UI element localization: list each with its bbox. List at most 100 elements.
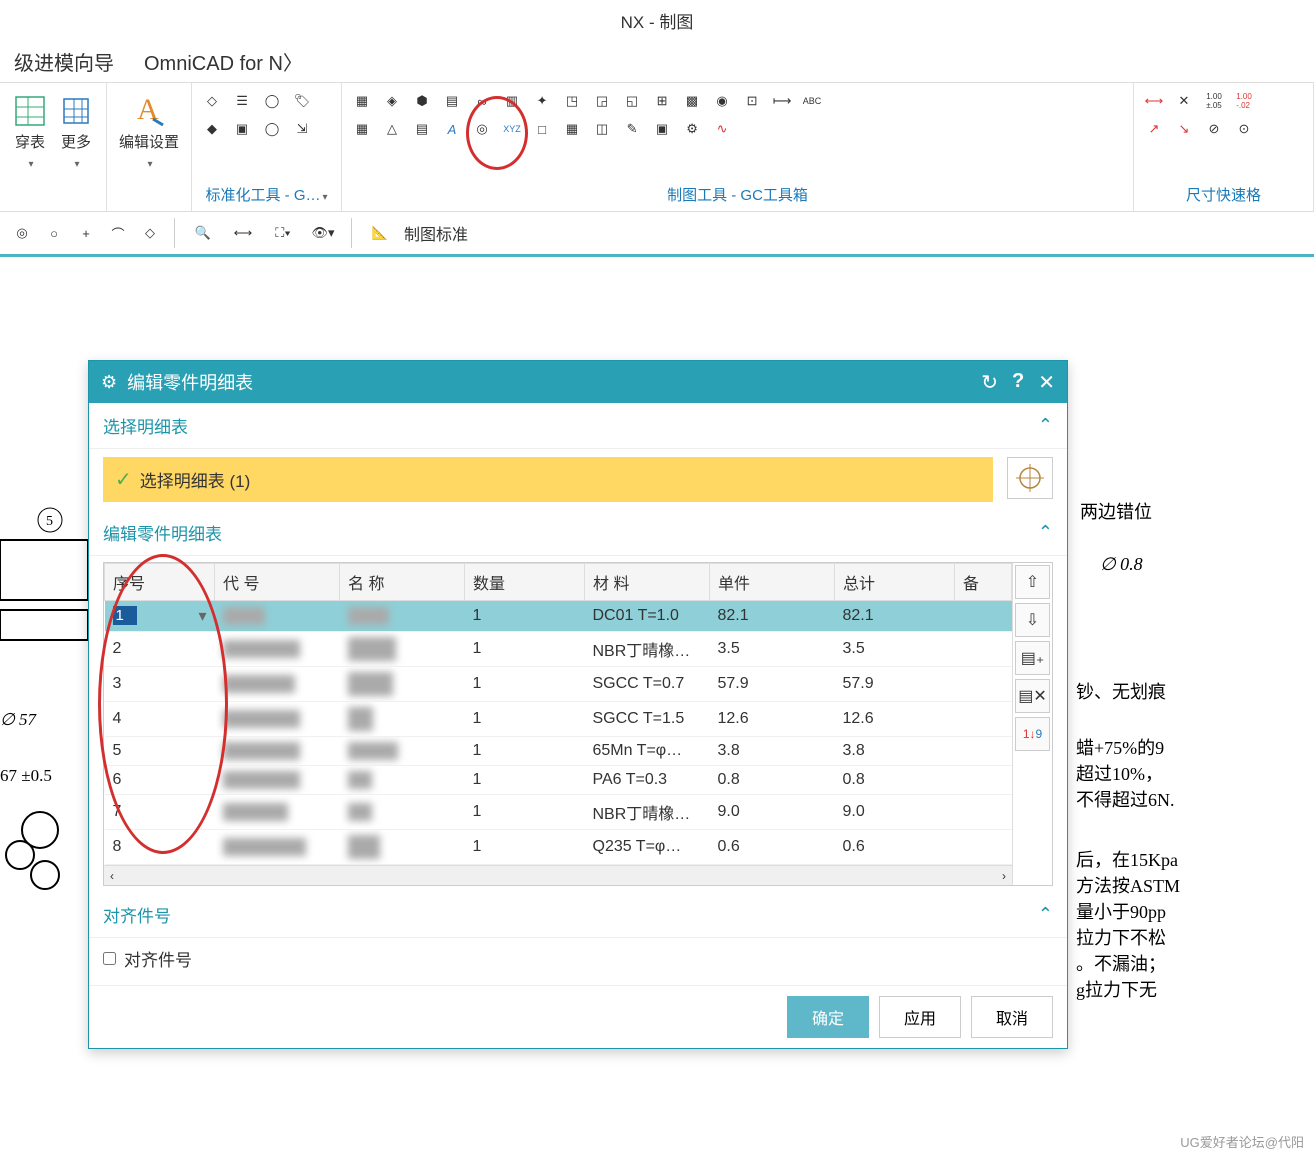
col-name[interactable]: 名 称 — [340, 564, 465, 601]
cell-seq[interactable]: 3 — [105, 667, 215, 702]
qat-standard-label[interactable]: 制图标准 — [404, 221, 468, 245]
tool2-c[interactable]: ▤ — [410, 117, 434, 141]
move-down-button[interactable]: ⇩ — [1015, 603, 1050, 637]
col-qty[interactable]: 数量 — [465, 564, 585, 601]
cell-unit[interactable]: 12.6 — [710, 702, 835, 737]
cell-note[interactable] — [955, 632, 1012, 667]
col-tot[interactable]: 总计 — [835, 564, 955, 601]
btn-more[interactable]: 更多 — [56, 91, 96, 173]
cell-mat[interactable]: NBR丁晴橡… — [585, 795, 710, 830]
col-note[interactable]: 备 — [955, 564, 1012, 601]
cell-unit[interactable]: 3.8 — [710, 737, 835, 766]
move-up-button[interactable]: ⇧ — [1015, 565, 1050, 599]
qat-circle-2[interactable]: ○ — [42, 221, 66, 245]
cell-code[interactable]: 501 …2-… — [215, 702, 340, 737]
cell-seq[interactable]: 4 — [105, 702, 215, 737]
section-select-list[interactable]: 选择明细表 ⌃ — [89, 403, 1067, 449]
tool2-a[interactable]: ▦ — [350, 117, 374, 141]
cell-seq[interactable]: 6 — [105, 766, 215, 795]
cell-note[interactable] — [955, 667, 1012, 702]
triangle-icon[interactable]: △ — [380, 117, 404, 141]
cell-tot[interactable]: 0.6 — [835, 830, 955, 865]
qat-expand[interactable]: ⛶▾ — [267, 221, 299, 245]
cell-code[interactable]: 501 … -… — [215, 667, 340, 702]
cell-seq[interactable]: 5 — [105, 737, 215, 766]
circle-check-icon[interactable]: ⊙ — [1232, 117, 1256, 141]
close-icon[interactable]: ✕ — [1038, 370, 1055, 395]
tool-h[interactable]: ◳ — [560, 89, 584, 113]
cell-name[interactable]: … (… — [340, 601, 465, 632]
cell-note[interactable] — [955, 795, 1012, 830]
tag-icon[interactable]: 🏷 — [290, 89, 314, 113]
dim-icon-4[interactable]: ↘ — [1172, 117, 1196, 141]
cell-note[interactable] — [955, 737, 1012, 766]
cylinder-green-icon[interactable]: ◯ — [260, 117, 284, 141]
layers-icon[interactable]: ☰ — [230, 89, 254, 113]
group-label-standardization[interactable]: 标准化工具 - G… — [198, 182, 335, 207]
cell-tot[interactable]: 0.8 — [835, 766, 955, 795]
cell-note[interactable] — [955, 702, 1012, 737]
tool2-h[interactable]: ▦ — [560, 117, 584, 141]
selection-bar[interactable]: ✓ 选择明细表 (1) — [103, 457, 993, 502]
tool-c[interactable]: ⬢ — [410, 89, 434, 113]
dim-icon-3[interactable]: ↗ — [1142, 117, 1166, 141]
tool2-k[interactable]: ▣ — [650, 117, 674, 141]
table-row[interactable]: ▾500…… (…1DC01 T=1.082.182.1 — [105, 601, 1012, 632]
tool-o[interactable]: ⟼ — [770, 89, 794, 113]
cancel-button[interactable]: 取消 — [971, 996, 1053, 1038]
cell-mat[interactable]: NBR丁晴橡… — [585, 632, 710, 667]
tool-a[interactable]: ▦ — [350, 89, 374, 113]
horizontal-scrollbar[interactable]: ‹› — [104, 865, 1012, 885]
cell-qty[interactable]: 1 — [465, 632, 585, 667]
cell-code[interactable]: 501 2 -… — [215, 795, 340, 830]
table-row[interactable]: 7501 2 -…1…1NBR丁晴橡…9.09.0 — [105, 795, 1012, 830]
cell-tot[interactable]: 82.1 — [835, 601, 955, 632]
menu-omnicad[interactable]: OmniCAD for N〉 — [144, 47, 303, 76]
cell-qty[interactable]: 1 — [465, 667, 585, 702]
cell-tot[interactable]: 3.5 — [835, 632, 955, 667]
cell-unit[interactable]: 3.5 — [710, 632, 835, 667]
qat-standard-icon[interactable]: 📐 — [364, 221, 396, 245]
ok-button[interactable]: 确定 — [787, 996, 869, 1038]
cell-qty[interactable]: 1 — [465, 795, 585, 830]
tool-abc[interactable]: ABC — [800, 89, 824, 113]
gear-icon[interactable]: ⚙ — [680, 117, 704, 141]
cell-name[interactable]: …围… — [340, 632, 465, 667]
cell-unit[interactable]: 0.8 — [710, 766, 835, 795]
qat-zoom[interactable]: 🔍 — [187, 221, 219, 245]
cell-mat[interactable]: SGCC T=1.5 — [585, 702, 710, 737]
col-unit[interactable]: 单件 — [710, 564, 835, 601]
cell-qty[interactable]: 1 — [465, 737, 585, 766]
table-row[interactable]: 5501 …2-…1… (…165Mn T=φ…3.83.8 — [105, 737, 1012, 766]
cell-tot[interactable]: 57.9 — [835, 667, 955, 702]
add-row-button[interactable]: ▤₊ — [1015, 641, 1050, 675]
tool-g[interactable]: ✦ — [530, 89, 554, 113]
cell-tot[interactable]: 9.0 — [835, 795, 955, 830]
qat-plus[interactable]: + — [74, 221, 98, 245]
table-row[interactable]: 25011 .0 -……围…1NBR丁晴橡…3.53.5 — [105, 632, 1012, 667]
cell-note[interactable] — [955, 601, 1012, 632]
cell-qty[interactable]: 1 — [465, 601, 585, 632]
section-edit-list[interactable]: 编辑零件明细表 ⌃ — [89, 510, 1067, 556]
cell-name[interactable]: 1… — [340, 795, 465, 830]
cell-unit[interactable]: 0.6 — [710, 830, 835, 865]
cell-qty[interactable]: 1 — [465, 830, 585, 865]
table-row[interactable]: 4501 …2-…轮 )1SGCC T=1.512.612.6 — [105, 702, 1012, 737]
tool-i[interactable]: ◲ — [590, 89, 614, 113]
tool-b[interactable]: ◈ — [380, 89, 404, 113]
cell-code[interactable]: 500… — [215, 601, 340, 632]
cell-name[interactable]: 1… — [340, 766, 465, 795]
cell-code[interactable]: 500 .007-… — [215, 830, 340, 865]
cell-unit[interactable]: 9.0 — [710, 795, 835, 830]
qat-fit[interactable]: ⟷ — [227, 221, 259, 245]
renumber-button[interactable]: 1↓9 — [1015, 717, 1050, 751]
cell-seq[interactable]: 2 — [105, 632, 215, 667]
tool-j[interactable]: ◱ — [620, 89, 644, 113]
cell-name[interactable]: 回… — [340, 830, 465, 865]
cell-seq[interactable]: 7 — [105, 795, 215, 830]
brush-icon[interactable]: ✎ — [620, 117, 644, 141]
tool-icon-6[interactable]: ▣ — [230, 117, 254, 141]
tool-n[interactable]: ⊡ — [740, 89, 764, 113]
cell-mat[interactable]: PA6 T=0.3 — [585, 766, 710, 795]
cell-tot[interactable]: 3.8 — [835, 737, 955, 766]
